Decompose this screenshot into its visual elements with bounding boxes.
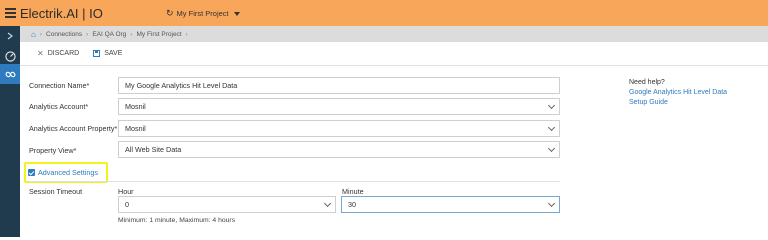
app-title: Electrik.AI | IO [20, 6, 103, 21]
property-view-select[interactable]: All Web Site Data [118, 141, 560, 158]
connection-name-input[interactable]: My Google Analytics Hit Level Data [118, 77, 560, 94]
analytics-property-value: Mosnil [125, 124, 146, 133]
chevron-right-icon [7, 32, 13, 40]
help-heading: Need help? [629, 79, 665, 86]
section-divider [28, 181, 560, 182]
property-view-label: Property View* [29, 146, 77, 155]
chevron-down-icon [323, 199, 332, 208]
save-label: SAVE [104, 50, 123, 57]
discard-button[interactable]: ✕ DISCARD [37, 49, 79, 58]
chevron-down-icon [547, 123, 556, 132]
breadcrumb-separator: › [130, 30, 133, 38]
refresh-icon: ↻ [166, 8, 174, 18]
close-icon: ✕ [37, 49, 44, 58]
session-timeout-hint: Minimum: 1 minute, Maximum: 4 hours [118, 217, 236, 224]
top-bar: Electrik.AI | IO ↻ My First Project [0, 0, 768, 26]
hour-value: 0 [125, 200, 129, 209]
home-icon[interactable]: ⌂ [31, 30, 36, 39]
project-selector[interactable]: ↻ My First Project [166, 8, 240, 19]
gauge-icon [4, 50, 16, 62]
breadcrumb-item-connections[interactable]: Connections [46, 31, 82, 38]
breadcrumb: ⌂ › Connections › EAI QA Org › My First … [20, 26, 768, 42]
breadcrumb-separator: › [39, 30, 43, 38]
property-view-value: All Web Site Data [125, 145, 182, 154]
hour-select[interactable]: 0 [118, 196, 336, 213]
help-panel: Need help? Google Analytics Hit Level Da… [629, 78, 727, 108]
chevron-down-icon [547, 101, 556, 110]
analytics-property-select[interactable]: Mosnil [118, 120, 560, 137]
sidebar [0, 26, 20, 237]
analytics-property-label: Analytics Account Property* [29, 124, 118, 133]
discard-label: DISCARD [47, 50, 80, 57]
save-button[interactable]: SAVE [93, 50, 122, 57]
breadcrumb-item-project[interactable]: My First Project [136, 31, 181, 38]
chevron-down-icon [547, 144, 556, 153]
highlight-box [24, 162, 108, 183]
setup-guide-link-line2[interactable]: Setup Guide [629, 98, 727, 108]
breadcrumb-separator: › [185, 30, 188, 38]
chevron-down-icon [547, 199, 556, 208]
analytics-account-value: Mosnil [125, 102, 146, 111]
project-name: My First Project [176, 9, 229, 18]
analytics-account-label: Analytics Account* [29, 102, 89, 111]
link-icon [5, 71, 15, 77]
connection-name-label: Connection Name* [29, 81, 90, 90]
minute-label: Minute [342, 187, 364, 196]
setup-guide-link[interactable]: Google Analytics Hit Level Data [629, 88, 727, 98]
menu-icon[interactable] [5, 8, 16, 18]
save-icon [93, 50, 101, 57]
minute-value: 30 [348, 200, 356, 209]
breadcrumb-separator: › [86, 30, 89, 38]
caret-down-icon [233, 11, 240, 16]
session-timeout-label: Session Timeout [29, 187, 83, 196]
sidebar-item-connections[interactable] [0, 64, 20, 84]
analytics-account-select[interactable]: Mosnil [118, 98, 560, 115]
breadcrumb-item-org[interactable]: EAI QA Org [92, 31, 126, 38]
sidebar-item-dashboard[interactable] [0, 46, 20, 66]
sidebar-expand[interactable] [0, 26, 20, 46]
minute-select[interactable]: 30 [341, 196, 560, 213]
hour-label: Hour [118, 187, 134, 196]
toolbar: ✕ DISCARD SAVE [20, 42, 768, 66]
